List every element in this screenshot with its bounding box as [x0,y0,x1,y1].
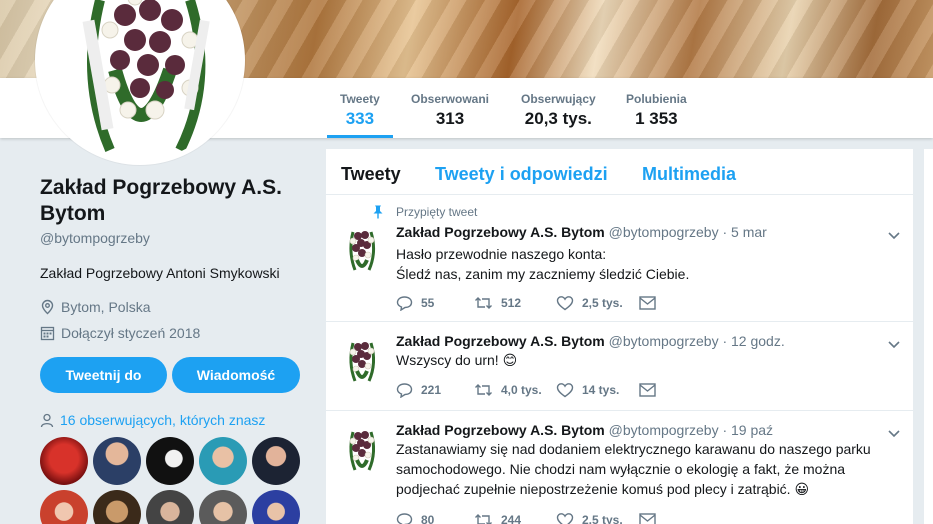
direct-message-button[interactable] [639,513,656,524]
tweet-author-avatar[interactable] [343,224,381,272]
follower-avatar[interactable] [199,437,247,485]
heart-icon [556,296,574,311]
follower-avatar[interactable] [252,437,300,485]
tweet-author-handle[interactable]: @bytompogrzeby [609,224,719,240]
timeline: Tweety Tweety i odpowiedzi Multimedia Pr… [326,149,913,524]
right-sidebar-edge [924,149,933,524]
reply-icon [396,383,413,398]
tweet-text: Hasło przewodnie naszego konta: Śledź na… [396,246,690,282]
profile-handle[interactable]: @bytompogrzeby [40,230,310,246]
envelope-icon [639,383,656,397]
follower-avatar[interactable] [146,437,194,485]
profile-card: Zakład Pogrzebowy A.S. Bytom @bytompogrz… [40,175,310,341]
tweet-item[interactable]: Zakład Pogrzebowy A.S. Bytom @bytompogrz… [326,323,913,411]
tweet-timestamp[interactable]: · 19 paź [722,422,773,438]
like-button[interactable]: 2,5 tys. [556,512,639,524]
tab-tweets[interactable]: Tweety [341,164,401,185]
message-button[interactable]: Wiadomość [172,357,300,393]
tweet-item[interactable]: Zakład Pogrzebowy A.S. Bytom @bytompogrz… [326,412,913,524]
chevron-down-icon[interactable] [887,337,901,351]
location-pin-icon [41,299,54,315]
stat-following[interactable]: Obserwowani 313 [411,92,489,129]
retweet-button[interactable]: 4,0 tys. [474,382,556,398]
chevron-down-icon[interactable] [887,426,901,440]
profile-avatar[interactable] [35,0,245,165]
timeline-tabs: Tweety Tweety i odpowiedzi Multimedia [326,149,913,195]
followers-you-know-link[interactable]: 16 obserwujących, których znasz [40,412,265,428]
wreath-image [40,0,240,160]
direct-message-button[interactable] [639,296,656,310]
tweet-author-name[interactable]: Zakład Pogrzebowy A.S. Bytom [396,422,605,438]
tweet-actions: 80 244 2,5 tys. [396,512,656,524]
chevron-down-icon[interactable] [887,228,901,242]
follower-avatar[interactable] [93,437,141,485]
tab-media[interactable]: Multimedia [642,164,736,185]
pinned-indicator: Przypięty tweet [372,205,477,219]
tweet-timestamp[interactable]: · 5 mar [722,224,766,240]
tweet-author-name[interactable]: Zakład Pogrzebowy A.S. Bytom [396,333,605,349]
tab-tweets-and-replies[interactable]: Tweety i odpowiedzi [435,164,608,185]
reply-icon [396,296,413,311]
tweet-actions: 221 4,0 tys. 14 tys. [396,382,656,398]
tweet-actions: 55 512 2,5 tys. [396,295,656,311]
envelope-icon [639,513,656,524]
envelope-icon [639,296,656,310]
retweet-button[interactable]: 512 [474,295,556,311]
reply-button[interactable]: 55 [396,295,474,311]
retweet-button[interactable]: 244 [474,512,556,524]
tweet-to-button[interactable]: Tweetnij do [40,357,167,393]
tweet-author-avatar[interactable] [343,335,381,383]
tweet-item[interactable]: Przypięty tweet Zakład Pogrzebowy A.S. B… [326,196,913,322]
profile-location: Bytom, Polska [40,299,310,315]
profile-joined: Dołączył styczeń 2018 [40,325,310,341]
tweet-author-name[interactable]: Zakład Pogrzebowy A.S. Bytom [396,224,605,240]
follower-avatar[interactable] [146,490,194,524]
heart-icon [556,383,574,398]
tweet-author-avatar[interactable] [343,424,381,472]
stat-tweets[interactable]: Tweety 333 [327,92,393,138]
tweet-text: Zastanawiamy się nad dodaniem elektryczn… [396,441,871,497]
pin-icon [373,205,383,219]
retweet-icon [475,297,492,309]
like-button[interactable]: 2,5 tys. [556,295,639,311]
tweet-timestamp[interactable]: · 12 godz. [722,333,784,349]
follower-avatar[interactable] [199,490,247,524]
stat-followers[interactable]: Obserwujący 20,3 tys. [521,92,596,129]
user-icon [40,413,54,427]
follower-avatar[interactable] [40,490,88,524]
tweet-author-handle[interactable]: @bytompogrzeby [609,422,719,438]
reply-button[interactable]: 80 [396,512,474,524]
stat-likes[interactable]: Polubienia 1 353 [626,92,687,129]
profile-name[interactable]: Zakład Pogrzebowy A.S. Bytom [40,175,310,227]
reply-icon [396,513,413,524]
direct-message-button[interactable] [639,383,656,397]
reply-button[interactable]: 221 [396,382,474,398]
retweet-icon [475,384,492,396]
tweet-text: Wszyscy do urn! 😊 [396,352,518,368]
retweet-icon [475,514,492,524]
tweet-author-handle[interactable]: @bytompogrzeby [609,333,719,349]
follower-avatar[interactable] [40,437,88,485]
like-button[interactable]: 14 tys. [556,382,639,398]
calendar-icon [40,326,55,341]
follower-avatar[interactable] [252,490,300,524]
follower-avatar[interactable] [93,490,141,524]
profile-bio: Zakład Pogrzebowy Antoni Smykowski [40,265,280,281]
heart-icon [556,513,574,524]
